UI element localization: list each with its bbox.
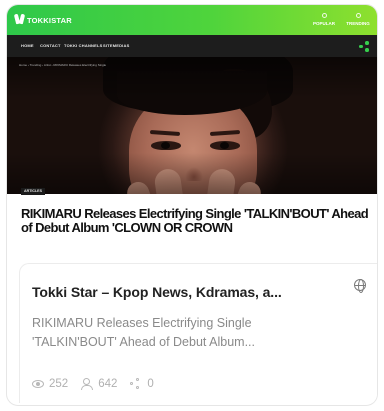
shares-count: 0 <box>147 378 154 390</box>
rabbit-ears-logo-icon <box>15 14 25 26</box>
eye-icon <box>32 380 44 388</box>
views-stat: 252 <box>32 378 68 390</box>
popular-label: POPULAR <box>312 21 335 26</box>
article-category-tag: ARTICLES <box>21 188 45 195</box>
popular-icon <box>321 13 327 18</box>
views-count: 252 <box>49 378 69 390</box>
site-logo-text: TOKKISTAR <box>27 15 72 25</box>
nav-item-contact[interactable]: CONTACT <box>40 43 61 48</box>
users-icon <box>81 378 94 390</box>
trending-link[interactable]: TRENDING <box>341 13 375 26</box>
users-count: 642 <box>98 378 118 390</box>
nav-item-tokki-channels[interactable]: TOKKI CHANNELS <box>64 43 103 48</box>
preview-stats: 252 642 0 <box>32 377 167 391</box>
preview-description-line-1: RIKIMARU Releases Electrifying Single <box>32 316 252 330</box>
nav-item-sitemedias[interactable]: SITEMEDIAS <box>103 43 129 48</box>
trending-icon <box>355 13 361 18</box>
link-preview-footer[interactable]: Tokki Star – Kpop News, Kdramas, a... RI… <box>19 263 377 403</box>
globe-icon <box>354 279 366 293</box>
breadcrumb: Home › Trending › Artist › RIKIMARU Rele… <box>19 63 107 67</box>
share-icon[interactable] <box>359 41 369 52</box>
link-preview-card[interactable]: TOKKISTAR POPULAR TRENDING HOME CONTACT … <box>6 4 378 406</box>
preview-description-line-2: 'TALKIN'BOUT' Ahead of Debut Album... <box>32 335 256 349</box>
preview-site-name[interactable]: Tokki Star – Kpop News, Kdramas, a... <box>32 284 350 300</box>
trending-label: TRENDING <box>346 21 370 26</box>
popular-link[interactable]: POPULAR <box>307 13 341 26</box>
nav-item-home[interactable]: HOME <box>21 43 34 48</box>
users-stat: 642 <box>81 378 117 390</box>
article-hero-image <box>7 57 377 194</box>
article-title[interactable]: RIKIMARU Releases Electrifying Single 'T… <box>21 207 373 235</box>
site-header: TOKKISTAR POPULAR TRENDING <box>7 5 377 35</box>
share-icon <box>130 378 142 390</box>
site-logo[interactable]: TOKKISTAR <box>15 13 72 27</box>
shares-stat[interactable]: 0 <box>130 378 154 390</box>
site-nav-bar: HOME CONTACT TOKKI CHANNELS SITEMEDIAS <box>7 35 377 57</box>
preview-description: RIKIMARU Releases Electrifying Single 'T… <box>32 314 352 352</box>
